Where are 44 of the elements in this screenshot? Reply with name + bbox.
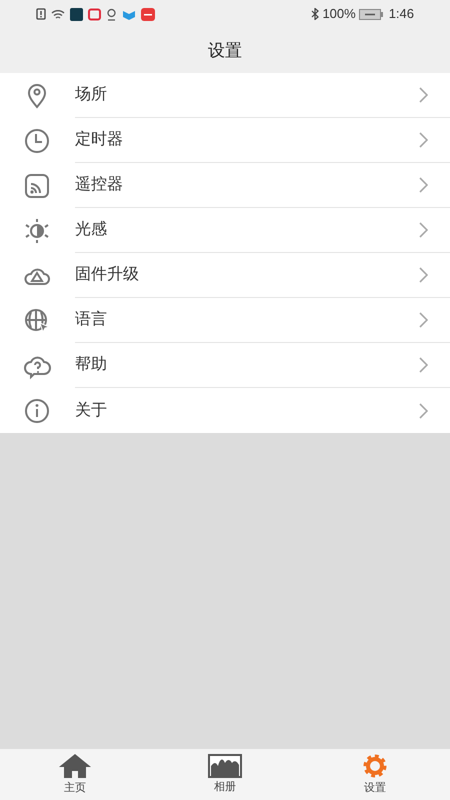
chevron-icon: [418, 132, 428, 148]
item-label: 遥控器: [75, 174, 123, 195]
settings-item[interactable]: 场所: [0, 73, 450, 118]
settings-item[interactable]: 帮助: [0, 343, 450, 388]
item-label: 场所: [75, 85, 107, 105]
chevron-icon: [418, 402, 428, 418]
settings-item[interactable]: 固件升级: [0, 253, 450, 298]
settings-item[interactable]: 关于: [0, 388, 450, 433]
item-label: 光感: [75, 220, 107, 240]
chevron-icon: [418, 87, 428, 103]
clock-icon: [23, 126, 51, 154]
app-icon: [70, 8, 83, 20]
settings-item[interactable]: 定时器: [0, 118, 450, 163]
app-icon: [141, 8, 155, 20]
tab[interactable]: 主页: [0, 749, 150, 800]
page-title: 设置: [208, 40, 242, 62]
chevron-icon: [418, 357, 428, 373]
image-icon: [208, 754, 242, 778]
wifi-icon: [51, 8, 65, 20]
home-icon: [58, 752, 92, 779]
clock-text: 1:46: [388, 5, 414, 24]
item-label: 定时器: [75, 130, 123, 150]
item-label: 帮助: [75, 354, 107, 375]
chevron-icon: [418, 222, 428, 238]
notification-icon: [36, 8, 46, 20]
battery-icon: [358, 8, 383, 20]
chevron-icon: [418, 177, 428, 193]
settings-item[interactable]: 遥控器: [0, 163, 450, 208]
item-label: 固件升级: [75, 265, 139, 285]
about-icon: [23, 396, 51, 424]
tab[interactable]: 相册: [150, 749, 300, 800]
bluetooth-icon: [311, 8, 320, 20]
chevron-icon: [418, 312, 428, 328]
tab[interactable]: 设置: [300, 749, 450, 800]
gear-icon: [361, 752, 389, 779]
settings-item[interactable]: 语言: [0, 298, 450, 343]
app-icon: [88, 8, 101, 20]
battery-text: 100%: [322, 5, 356, 24]
item-label: 关于: [75, 400, 107, 420]
light-icon: [23, 216, 51, 244]
app-icon: [122, 8, 136, 20]
item-label: 语言: [75, 310, 107, 330]
settings-item[interactable]: 光感: [0, 208, 450, 253]
chevron-icon: [418, 267, 428, 283]
